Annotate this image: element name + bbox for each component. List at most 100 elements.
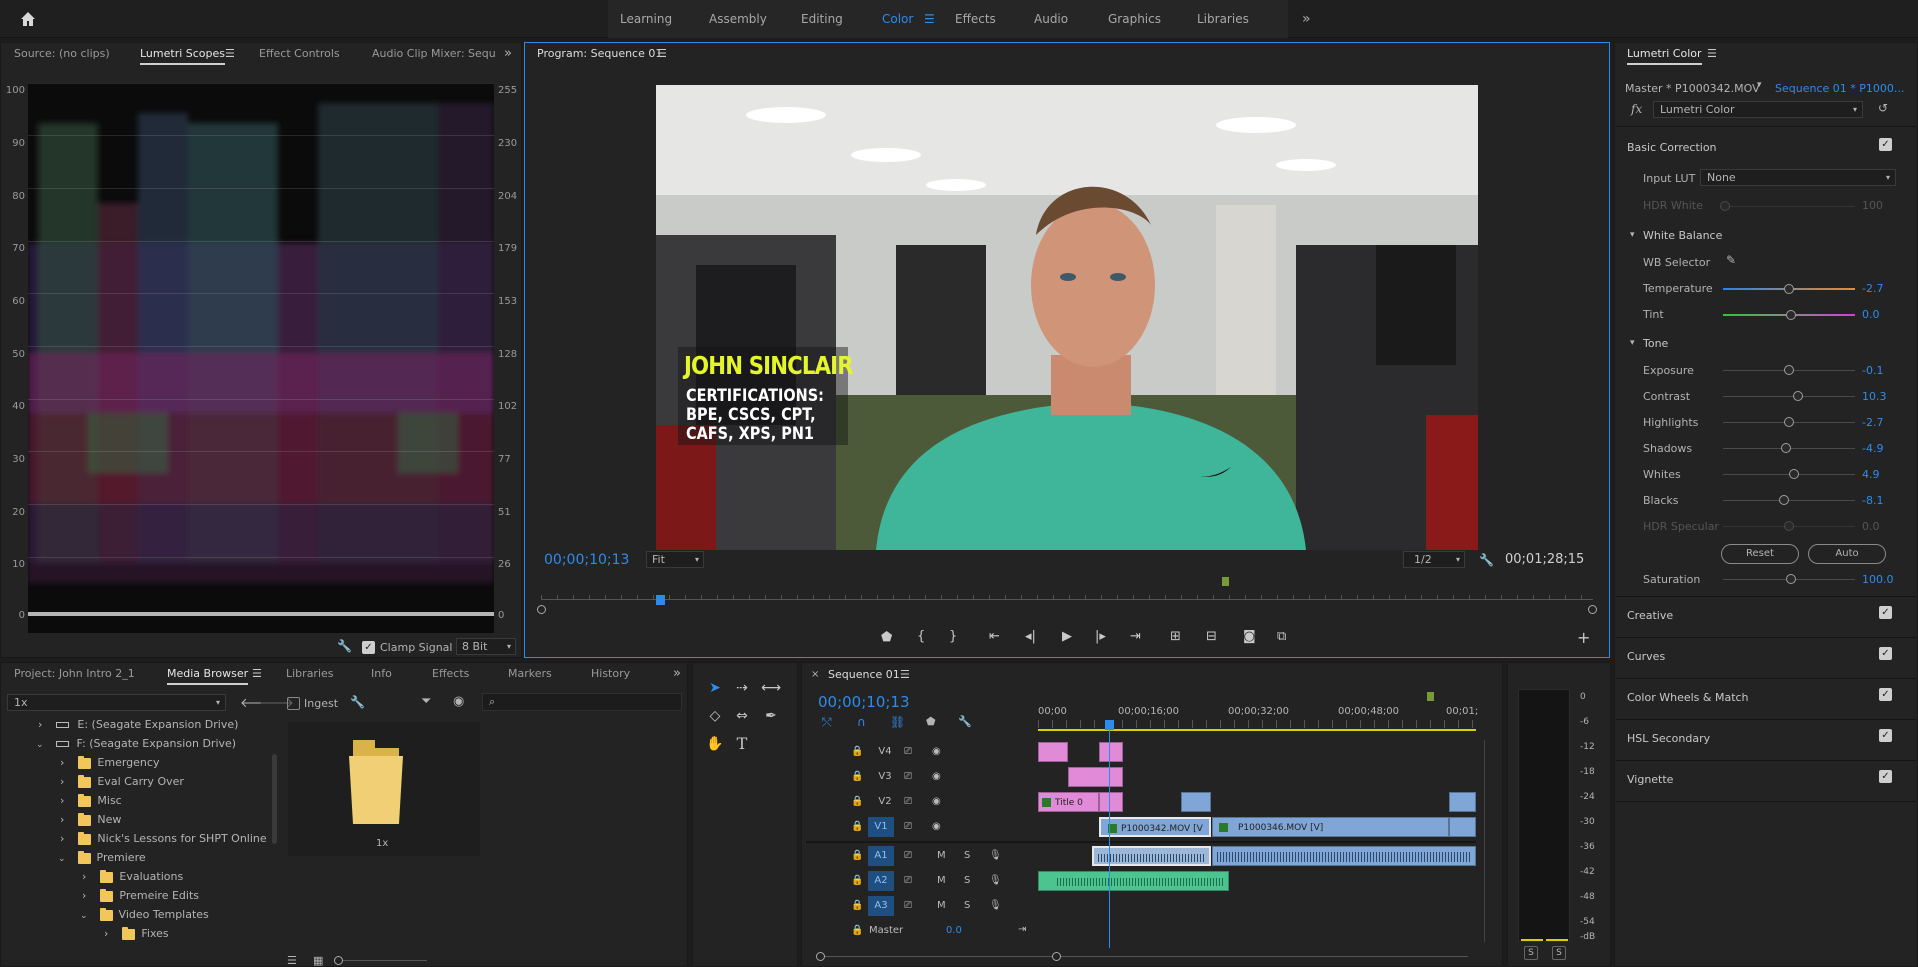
scroll-handle[interactable] [816, 952, 825, 961]
tree-item[interactable]: › New [60, 810, 121, 829]
color-wheels-checkbox[interactable]: ✓ [1879, 688, 1892, 701]
workspace-color[interactable]: Color [882, 0, 913, 38]
basic-correction-header[interactable]: Basic Correction [1627, 141, 1717, 154]
white-balance-header[interactable]: White Balance [1643, 229, 1722, 242]
sync-lock-icon[interactable]: ⎚ [904, 875, 912, 886]
scroll-handle[interactable] [1052, 952, 1061, 961]
saturation-value[interactable]: 100.0 [1862, 573, 1894, 586]
graphic-clip[interactable] [1099, 742, 1123, 762]
panel-menu-icon[interactable]: ☰ [1707, 47, 1717, 60]
tint-value[interactable]: 0.0 [1862, 308, 1880, 321]
timeline-vertical-scrollbar[interactable] [1484, 740, 1485, 942]
step-forward-icon[interactable]: |▸ [1095, 629, 1106, 644]
graphic-clip[interactable] [1099, 792, 1123, 812]
lock-icon[interactable]: 🔒 [851, 900, 863, 911]
tree-item[interactable]: › E: (Seagate Expansion Drive) [38, 715, 238, 734]
workspace-assembly[interactable]: Assembly [709, 0, 767, 38]
timeline-timecode[interactable]: 00;00;10;13 [818, 693, 910, 711]
highlights-slider[interactable] [1723, 417, 1855, 427]
sync-lock-icon[interactable]: ⎚ [904, 796, 912, 807]
sequence-tab[interactable]: Sequence 01 [828, 668, 900, 681]
lock-icon[interactable]: 🔒 [851, 850, 863, 861]
whites-value[interactable]: 4.9 [1862, 468, 1880, 481]
tree-item[interactable]: ⌄ Premiere [58, 848, 146, 867]
workspace-editing[interactable]: Editing [801, 0, 843, 38]
temperature-value[interactable]: -2.7 [1862, 282, 1883, 295]
blacks-knob[interactable] [1779, 495, 1789, 505]
playhead-icon[interactable] [656, 595, 665, 605]
tree-item[interactable]: › Fixes [104, 924, 169, 943]
tab-info[interactable]: Info [371, 663, 392, 685]
lock-icon[interactable]: 🔒 [851, 821, 863, 832]
saturation-knob[interactable] [1786, 574, 1796, 584]
view-icon[interactable]: ◉ [453, 694, 464, 709]
track-name[interactable]: V2 [874, 796, 896, 807]
nest-icon[interactable]: ⤲ [822, 715, 832, 730]
lock-icon[interactable]: 🔒 [851, 771, 863, 782]
more-tabs-icon[interactable]: » [673, 666, 681, 681]
exposure-slider[interactable] [1723, 365, 1855, 375]
track-name[interactable]: V1 [870, 821, 892, 832]
creative-header[interactable]: Creative [1627, 609, 1673, 622]
chevron-down-icon[interactable]: ▾ [1630, 230, 1635, 240]
settings-wrench-icon[interactable]: 🔧 [1479, 553, 1494, 567]
master-clip-label[interactable]: Master * P1000342.MOV [1625, 82, 1760, 95]
mark-out-icon[interactable]: } [949, 629, 957, 644]
snap-icon[interactable]: ∩ [857, 715, 866, 729]
type-tool-icon[interactable]: T [731, 734, 753, 753]
sync-lock-icon[interactable]: ⎚ [904, 900, 912, 911]
in-point-handle[interactable] [537, 605, 546, 614]
track-name[interactable]: A2 [870, 875, 892, 886]
chevron-down-icon[interactable]: ▾ [1630, 338, 1635, 348]
tab-effect-controls[interactable]: Effect Controls [259, 43, 340, 65]
work-area-bar[interactable] [1038, 729, 1476, 731]
microphone-icon[interactable]: 🎙 [989, 900, 1002, 911]
zoom-dropdown[interactable]: 1x ▾ [7, 694, 226, 711]
panel-menu-icon[interactable]: ☰ [900, 668, 910, 681]
ingest-settings-wrench-icon[interactable]: 🔧 [350, 695, 365, 709]
tint-slider[interactable] [1723, 310, 1855, 320]
hsl-secondary-checkbox[interactable]: ✓ [1879, 729, 1892, 742]
track-select-tool-icon[interactable]: ⇢ [731, 680, 753, 696]
extract-icon[interactable]: ⊟ [1206, 629, 1217, 644]
panel-menu-icon[interactable]: ☰ [252, 667, 262, 680]
pen-tool-icon[interactable]: ✒ [760, 708, 782, 724]
graphic-clip[interactable] [1068, 767, 1123, 787]
lock-icon[interactable]: 🔒 [851, 925, 863, 936]
tint-knob[interactable] [1786, 310, 1796, 320]
curves-header[interactable]: Curves [1627, 650, 1665, 663]
tab-lumetri-scopes[interactable]: Lumetri Scopes [140, 43, 226, 65]
workspace-audio[interactable]: Audio [1034, 0, 1068, 38]
mute-button[interactable]: M [937, 850, 946, 861]
tab-media-browser[interactable]: Media Browser [167, 663, 249, 685]
add-marker-icon[interactable]: ⬟ [881, 630, 892, 645]
track-name[interactable]: V4 [874, 746, 896, 757]
slip-tool-icon[interactable]: ⇔ [731, 708, 753, 724]
workspace-effects[interactable]: Effects [955, 0, 996, 38]
play-icon[interactable]: ▶ [1062, 629, 1072, 644]
audio-clip[interactable] [1212, 846, 1476, 866]
vignette-checkbox[interactable]: ✓ [1879, 770, 1892, 783]
go-to-in-icon[interactable]: ⇤ [989, 629, 1000, 644]
tree-item[interactable]: ⌄ F: (Seagate Expansion Drive) [36, 734, 236, 753]
contrast-value[interactable]: 10.3 [1862, 390, 1887, 403]
fit-dropdown[interactable]: Fit ▾ [646, 551, 704, 568]
panel-menu-icon[interactable]: ☰ [657, 47, 667, 60]
vignette-header[interactable]: Vignette [1627, 773, 1673, 786]
tree-item[interactable]: › Misc [60, 791, 122, 810]
panel-menu-icon[interactable]: ☰ [225, 47, 235, 60]
solo-button[interactable]: S [964, 875, 970, 886]
razor-tool-icon[interactable]: ◇ [704, 708, 726, 724]
microphone-icon[interactable]: 🎙 [989, 850, 1002, 861]
exposure-knob[interactable] [1784, 365, 1794, 375]
eye-icon[interactable]: ◉ [932, 796, 941, 807]
contrast-slider[interactable] [1723, 391, 1855, 401]
tree-item[interactable]: › Evaluations [82, 867, 183, 886]
sync-lock-icon[interactable]: ⎚ [904, 746, 912, 757]
camera-icon[interactable]: ◙ [1243, 629, 1256, 644]
graphic-clip[interactable] [1449, 792, 1476, 812]
track-name[interactable]: A3 [870, 900, 892, 911]
solo-right-button[interactable]: S [1552, 946, 1566, 960]
solo-button[interactable]: S [964, 850, 970, 861]
auto-button[interactable]: Auto [1808, 544, 1886, 564]
